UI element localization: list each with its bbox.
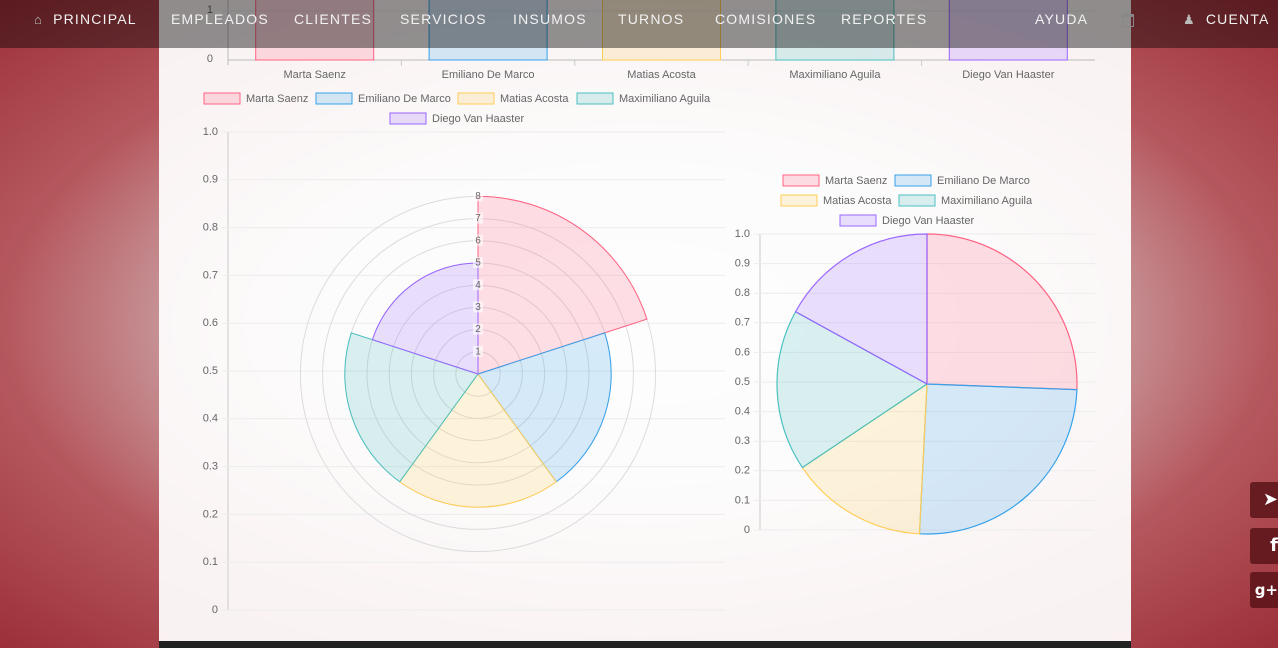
pie-legend-swatch-4 bbox=[839, 214, 877, 227]
facebook-share-button[interactable]: f bbox=[1250, 528, 1278, 564]
bar-legend-label-1: Emiliano De Marco bbox=[358, 93, 451, 105]
nav-cuenta[interactable]: ♟ CUENTA bbox=[1183, 0, 1270, 48]
pie-legend-label-4: Diego Van Haaster bbox=[882, 215, 974, 227]
nav-reportes[interactable]: REPORTES bbox=[841, 0, 927, 48]
charts-canvas: 1 0 Marta Saenz Emiliano De Marco Matias Aco… bbox=[203, 0, 1095, 616]
polar-r-tick-7: 8 bbox=[475, 191, 481, 202]
pie-bg-y-tick-7: 0.7 bbox=[735, 317, 750, 329]
polar-r-tick-1: 2 bbox=[475, 324, 481, 335]
nav-ayuda-label: AYUDA bbox=[1035, 11, 1089, 27]
nav-calendar[interactable] bbox=[1122, 0, 1134, 48]
nav-ayuda[interactable]: AYUDA bbox=[1035, 0, 1088, 48]
nav-turnos[interactable]: TURNOS bbox=[618, 0, 684, 48]
bar-legend-label-4: Diego Van Haaster bbox=[432, 113, 524, 125]
bar-y-tick-0: 0 bbox=[207, 53, 213, 65]
bar-legend-swatch-0 bbox=[203, 92, 241, 105]
polar-r-tick-5: 6 bbox=[475, 235, 481, 246]
calendar-icon bbox=[1122, 13, 1134, 27]
pie-bg-y-tick-8: 0.8 bbox=[735, 287, 750, 299]
nav-insumos[interactable]: INSUMOS bbox=[513, 0, 587, 48]
bar-legend-label-0: Marta Saenz bbox=[246, 93, 308, 105]
bar-legend-label-2: Matias Acosta bbox=[500, 93, 569, 105]
googleplus-share-button[interactable]: g+ bbox=[1250, 572, 1278, 608]
nav-comisiones-label: COMISIONES bbox=[715, 11, 817, 27]
nav-servicios[interactable]: SERVICIOS bbox=[400, 0, 487, 48]
pie-slice-0 bbox=[926, 233, 1078, 391]
pie-bg-y-tick-6: 0.6 bbox=[735, 346, 750, 358]
bar-legend-swatch-2 bbox=[457, 92, 495, 105]
pie-bg-y-tick-4: 0.4 bbox=[735, 406, 750, 418]
bar-x-label-1: Emiliano De Marco bbox=[442, 69, 535, 81]
pie-bg-y-tick-9: 0.9 bbox=[735, 258, 750, 270]
bar-x-label-0: Marta Saenz bbox=[284, 69, 346, 81]
polar-bg-y-tick-5: 0.5 bbox=[203, 365, 218, 377]
nav-principal-label: PRINCIPAL bbox=[53, 11, 137, 27]
twitter-share-button[interactable]: ➤ bbox=[1250, 482, 1278, 518]
top-navbar: ⌂ PRINCIPAL EMPLEADOS CLIENTES SERVICIOS … bbox=[0, 0, 1278, 48]
pie-legend-label-2: Matias Acosta bbox=[823, 195, 892, 207]
pie-legend-swatch-2 bbox=[780, 194, 818, 207]
pie-legend-label-0: Marta Saenz bbox=[825, 175, 887, 187]
polar-bg-y-tick-9: 0.9 bbox=[203, 174, 218, 186]
pie-bg-y-tick-5: 0.5 bbox=[735, 376, 750, 388]
google-plus-icon: g+ bbox=[1254, 581, 1278, 599]
pie-bg-y-tick-2: 0.2 bbox=[735, 465, 750, 477]
pie-legend-swatch-1 bbox=[894, 174, 932, 187]
polar-bg-y-tick-6: 0.6 bbox=[203, 317, 218, 329]
nav-principal[interactable]: ⌂ PRINCIPAL bbox=[34, 0, 137, 48]
polar-bg-y-tick-7: 0.7 bbox=[203, 269, 218, 281]
bar-x-label-4: Diego Van Haaster bbox=[962, 69, 1054, 81]
bar-legend-swatch-3 bbox=[576, 92, 614, 105]
polar-bg-y-tick-4: 0.4 bbox=[203, 413, 218, 425]
polar-r-tick-2: 3 bbox=[475, 302, 481, 313]
nav-servicios-label: SERVICIOS bbox=[400, 11, 487, 27]
facebook-icon: f bbox=[1270, 535, 1278, 556]
polar-r-tick-0: 1 bbox=[475, 346, 481, 357]
nav-turnos-label: TURNOS bbox=[618, 11, 685, 27]
polar-bg-y-tick-3: 0.3 bbox=[203, 461, 218, 473]
pie-legend-label-1: Emiliano De Marco bbox=[937, 175, 1030, 187]
nav-clientes[interactable]: CLIENTES bbox=[294, 0, 372, 48]
bar-x-label-2: Matias Acosta bbox=[627, 69, 696, 81]
polar-bg-y-tick-2: 0.2 bbox=[203, 508, 218, 520]
pie-legend-label-3: Maximiliano Aguila bbox=[941, 195, 1033, 207]
bar-x-label-3: Maximiliano Aguila bbox=[789, 69, 881, 81]
polar-r-tick-3: 4 bbox=[475, 280, 481, 291]
nav-empleados-label: EMPLEADOS bbox=[171, 11, 269, 27]
nav-clientes-label: CLIENTES bbox=[294, 11, 373, 27]
nav-cuenta-label: CUENTA bbox=[1205, 11, 1270, 27]
pie-legend-swatch-3 bbox=[898, 194, 936, 207]
nav-reportes-label: REPORTES bbox=[841, 11, 928, 27]
twitter-icon: ➤ bbox=[1262, 489, 1278, 510]
polar-bg-y-tick-8: 0.8 bbox=[203, 222, 218, 234]
nav-comisiones[interactable]: COMISIONES bbox=[715, 0, 816, 48]
pie-bg-y-tick-0: 0 bbox=[744, 524, 750, 536]
nav-insumos-label: INSUMOS bbox=[513, 11, 587, 27]
nav-empleados[interactable]: EMPLEADOS bbox=[171, 0, 269, 48]
polar-bg-y-tick-0: 0 bbox=[212, 604, 218, 616]
user-icon: ♟ bbox=[1183, 12, 1196, 27]
polar-r-tick-6: 7 bbox=[475, 213, 481, 224]
home-icon: ⌂ bbox=[34, 12, 44, 27]
panel-footer-bar bbox=[159, 641, 1131, 648]
pie-bg-y-tick-3: 0.3 bbox=[735, 435, 750, 447]
polar-bg-y-tick-1: 0.1 bbox=[203, 556, 218, 568]
pie-legend-swatch-0 bbox=[782, 174, 820, 187]
polar-bg-y-tick-10: 1.0 bbox=[203, 126, 218, 138]
bar-legend-swatch-4 bbox=[389, 112, 427, 125]
pie-bg-y-tick-10: 1.0 bbox=[735, 228, 750, 240]
pie-bg-y-tick-1: 0.1 bbox=[735, 494, 750, 506]
bar-legend-label-3: Maximiliano Aguila bbox=[619, 93, 711, 105]
bar-legend-swatch-1 bbox=[315, 92, 353, 105]
polar-r-tick-4: 5 bbox=[475, 258, 481, 269]
pie-slice-1 bbox=[918, 383, 1078, 535]
